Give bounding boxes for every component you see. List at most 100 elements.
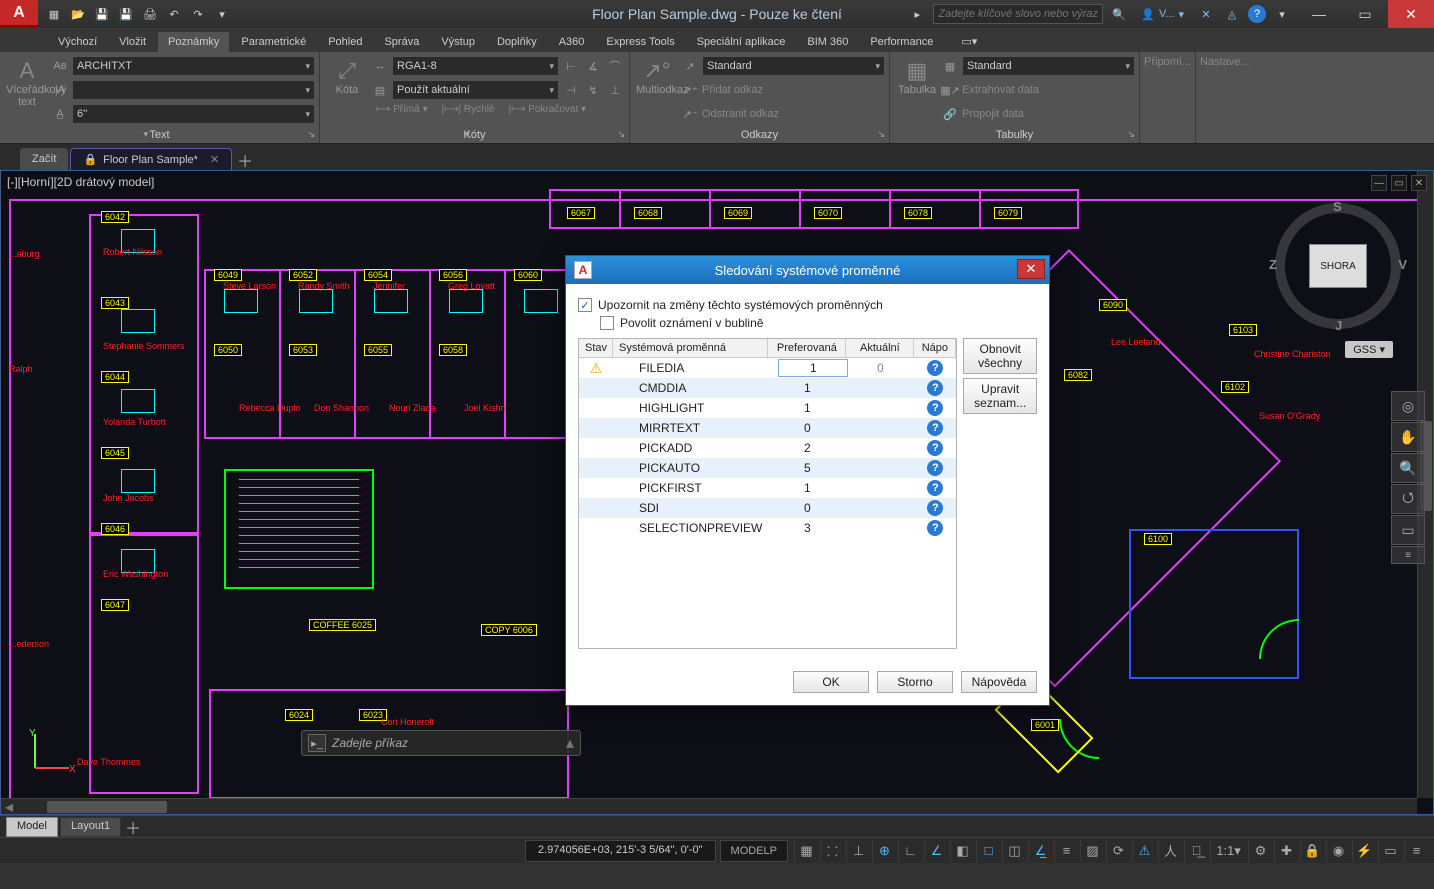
sysvar-row[interactable]: MIRRTEXT0? [579, 418, 956, 438]
markup-label[interactable]: Připomí... [1144, 56, 1191, 68]
ribbon-tab-speciální aplikace[interactable]: Speciální aplikace [687, 32, 796, 52]
open-icon[interactable]: 📂 [68, 4, 88, 24]
panel-dialog-icon[interactable]: ↘ [307, 129, 315, 140]
dim-arc-icon[interactable]: ⌒ [605, 56, 625, 76]
viewcube-west[interactable]: Z [1269, 257, 1277, 272]
preferred-cell[interactable]: 1 [768, 401, 846, 415]
doc-tab-file[interactable]: 🔒 Floor Plan Sample*✕ [70, 148, 232, 170]
workspace-icon[interactable]: ⚙ [1248, 840, 1272, 862]
ribbon-tab-performance[interactable]: Performance [860, 32, 943, 52]
dim-quick-label[interactable]: |⟼| Rychlé [436, 104, 501, 115]
cleanscreen-icon[interactable]: ▭ [1378, 840, 1402, 862]
annomonitor-icon[interactable]: ⚠ [1132, 840, 1156, 862]
panel-dialog-icon[interactable]: ↘ [1127, 129, 1135, 140]
annoscale-icon[interactable]: 人 [1158, 840, 1182, 862]
lineweight-icon[interactable]: ≡ [1054, 840, 1078, 862]
dynamic-input-icon[interactable]: ⊕ [872, 840, 896, 862]
add-leader-label[interactable]: Přidat odkaz [702, 84, 763, 96]
grid-icon[interactable]: ▦ [794, 840, 818, 862]
mleaderstyle-icon[interactable]: ↗ [680, 56, 700, 76]
new-icon[interactable]: ▦ [44, 4, 64, 24]
cycling-icon[interactable]: ⟳ [1106, 840, 1130, 862]
reset-all-button[interactable]: Obnovit všechny [963, 338, 1037, 374]
table-button[interactable]: ▦ Tabulka [894, 54, 940, 128]
dim-jog-icon[interactable]: ↯ [583, 80, 603, 100]
annoscale-sync-icon[interactable]: 人̲ [1184, 840, 1208, 862]
col-current[interactable]: Aktuální [846, 339, 914, 357]
ribbon-tab-a360[interactable]: A360 [549, 32, 595, 52]
save-icon[interactable]: 💾 [92, 4, 112, 24]
transparency-icon[interactable]: ▨ [1080, 840, 1104, 862]
ribbon-tab-poznámky[interactable]: Poznámky [158, 32, 229, 52]
layout-tab-model[interactable]: Model [6, 817, 58, 837]
add-leader-icon[interactable]: ↗⁺ [680, 80, 700, 100]
help-icon[interactable]: ? [927, 480, 943, 496]
help-dropdown-icon[interactable]: ▾ [1272, 4, 1292, 24]
3dosnap-icon[interactable]: ◫ [1002, 840, 1026, 862]
table-style-combo[interactable]: Standard▾ [962, 56, 1135, 76]
viewport-label[interactable]: [-][Horní][2D drátový model] [7, 175, 154, 189]
text-height-combo[interactable]: 6''▾ [72, 104, 315, 124]
undo-icon[interactable]: ↶ [164, 4, 184, 24]
ribbon-tab-správa[interactable]: Správa [374, 32, 429, 52]
cancel-button[interactable]: Storno [877, 671, 953, 693]
plot-icon[interactable]: 🖨 [140, 4, 160, 24]
polar-icon[interactable]: ∠ [924, 840, 948, 862]
help-icon[interactable]: ? [927, 440, 943, 456]
ribbon-tab-výstup[interactable]: Výstup [431, 32, 485, 52]
showmotion-icon[interactable]: ▭ [1391, 515, 1425, 545]
layer-icon[interactable]: ▤ [370, 80, 390, 100]
remove-leader-label[interactable]: Odstranit odkaz [702, 108, 779, 120]
viewcube[interactable]: SHORA S Z V J [1273, 201, 1403, 331]
panel-dialog-icon[interactable]: ↘ [877, 129, 885, 140]
sysvar-row[interactable]: PICKFIRST1? [579, 478, 956, 498]
ribbon-tab-pohled[interactable]: Pohled [318, 32, 372, 52]
ribbon-tab-parametrické[interactable]: Parametrické [231, 32, 316, 52]
vp-restore-icon[interactable]: ▭ [1391, 175, 1407, 191]
doc-tab-start[interactable]: Začít [20, 148, 68, 170]
preferred-cell[interactable]: 5 [768, 461, 846, 475]
dim-continue-label[interactable]: |⟼ Pokračovat ▾ [503, 104, 593, 115]
grid-body[interactable]: ⚠FILEDIA10?CMDDIA1?HIGHLIGHT1?MIRRTEXT0?… [579, 358, 956, 648]
col-variable[interactable]: Systémová proměnná [613, 339, 768, 357]
dimension-button[interactable]: ⤢ Kóta [324, 54, 370, 128]
preferred-cell[interactable]: 2 [768, 441, 846, 455]
hardware-accel-icon[interactable]: ⚡ [1352, 840, 1376, 862]
navbar-expand-icon[interactable]: ≡ [1391, 546, 1425, 564]
notify-checkbox[interactable]: ✓ [578, 298, 592, 312]
viewcube-top-face[interactable]: SHORA [1309, 244, 1367, 288]
add-tab-button[interactable]: ＋ [234, 150, 256, 170]
panel-expand-icon[interactable]: ▾ [144, 129, 149, 140]
zoom-icon[interactable]: 🔍 [1391, 453, 1425, 483]
sysvar-row[interactable]: PICKADD2? [579, 438, 956, 458]
add-layout-button[interactable]: ＋ [123, 815, 143, 839]
viewcube-north[interactable]: S [1333, 199, 1342, 214]
isodraft-icon[interactable]: ◧ [950, 840, 974, 862]
close-tab-icon[interactable]: ✕ [210, 153, 219, 166]
ribbon-tab-výchozí[interactable]: Výchozí [48, 32, 107, 52]
sysvar-row[interactable]: HIGHLIGHT1? [579, 398, 956, 418]
help-icon[interactable]: ? [927, 460, 943, 476]
text-style-combo[interactable]: ARCHITXT▾ [72, 56, 315, 76]
a360-icon[interactable]: ◬ [1222, 4, 1242, 24]
osnap-icon[interactable]: □ [976, 840, 1000, 862]
help-icon[interactable]: ? [927, 420, 943, 436]
pan-icon[interactable]: ✋ [1391, 422, 1425, 452]
ribbon-tab-vložit[interactable]: Vložit [109, 32, 156, 52]
mleader-button[interactable]: ↗° Multiodkaz [634, 54, 680, 128]
panel-dialog-icon[interactable]: ↘ [617, 129, 625, 140]
annotation-icon[interactable]: ✚ [1274, 840, 1298, 862]
preferred-cell[interactable]: 0 [768, 501, 846, 515]
help-icon[interactable]: ? [927, 400, 943, 416]
wcs-badge[interactable]: GSS ▾ [1345, 341, 1393, 358]
help-icon[interactable]: ? [927, 360, 943, 376]
preferred-cell[interactable]: 1 [768, 381, 846, 395]
help-button[interactable]: Nápověda [961, 671, 1037, 693]
link-icon[interactable]: 🔗 [940, 104, 960, 124]
ortho-icon[interactable]: ∟ [898, 840, 922, 862]
otrack-icon[interactable]: ∠̲ [1028, 840, 1052, 862]
dialog-close-button[interactable]: ✕ [1017, 259, 1045, 279]
help-icon[interactable]: ? [927, 380, 943, 396]
command-menu-icon[interactable]: ▴ [566, 733, 574, 753]
mtext-button[interactable]: A Víceřádkový text [4, 54, 50, 128]
